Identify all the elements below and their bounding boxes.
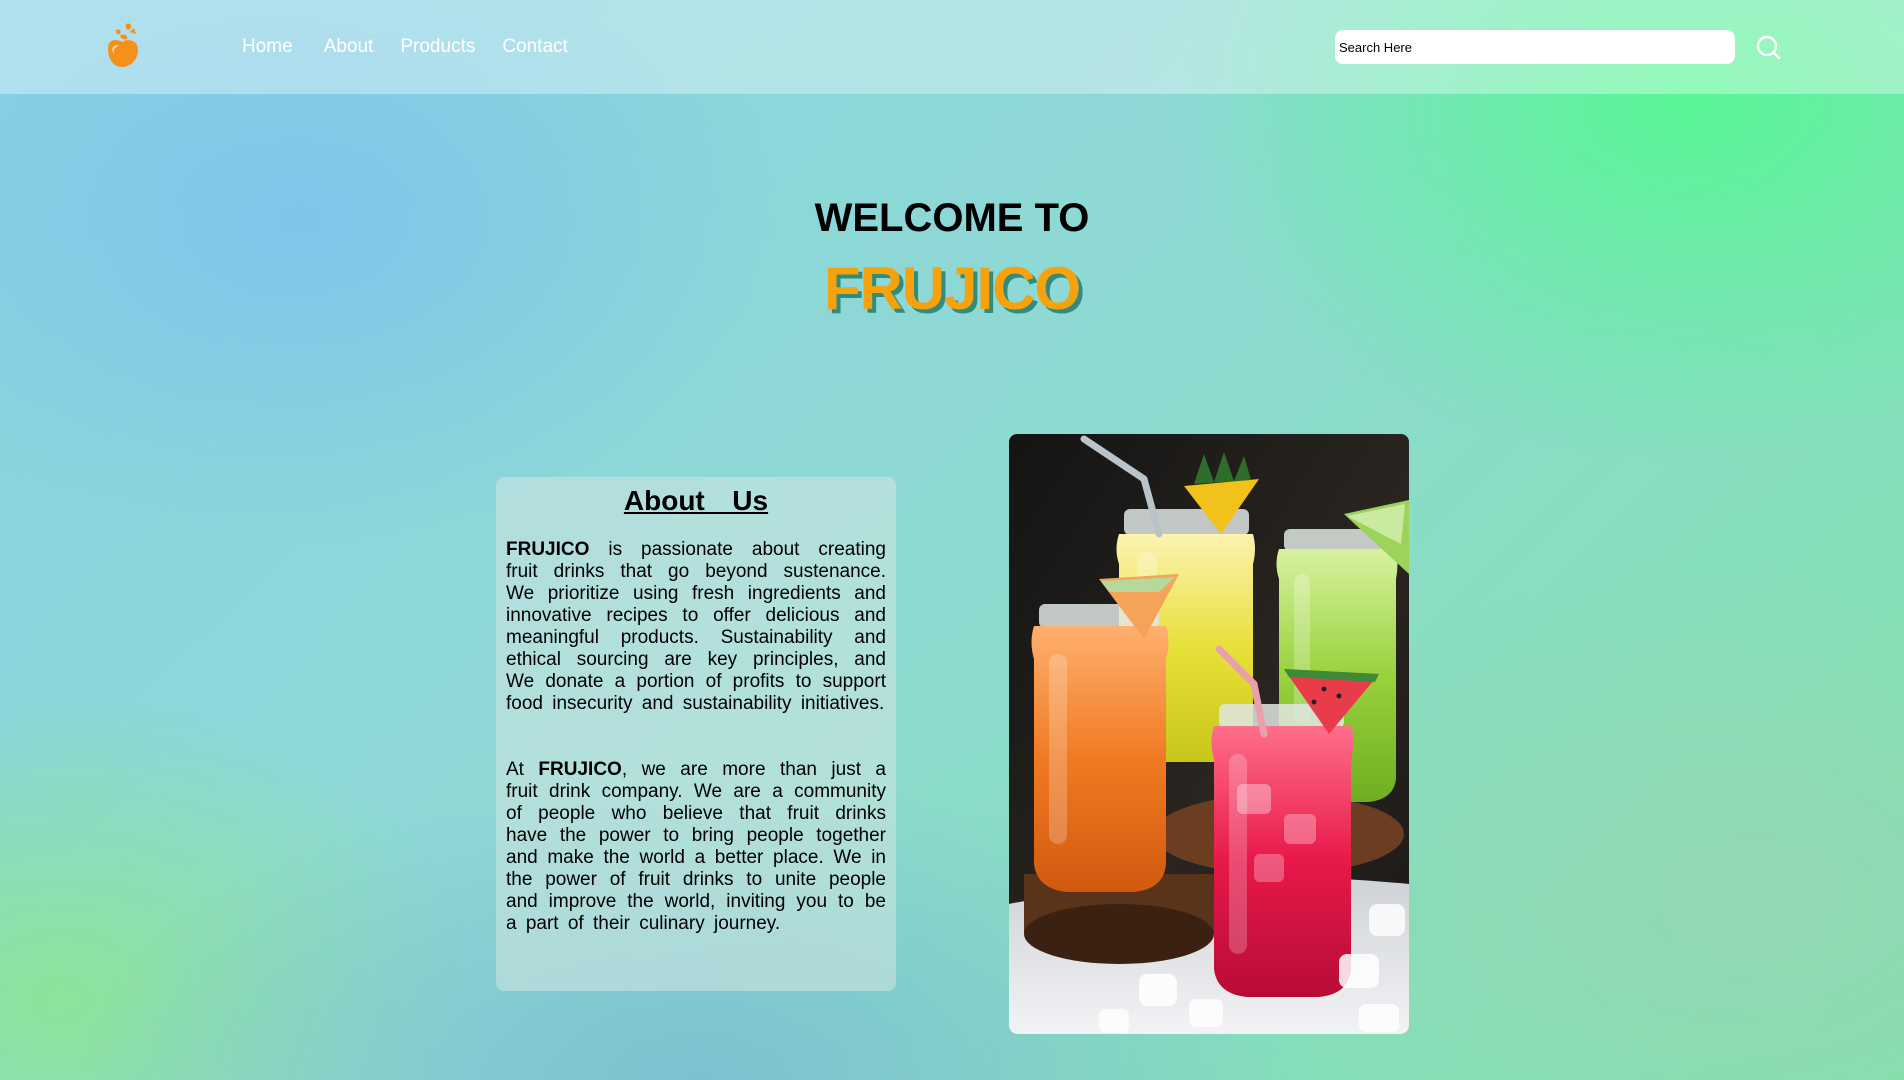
fruit-logo-icon[interactable] <box>100 20 148 70</box>
search-icon[interactable] <box>1754 33 1782 61</box>
brand-name: FRUJICO <box>538 759 622 780</box>
search-input[interactable] <box>1335 30 1735 64</box>
about-paragraph-2: At FRUJICO, we are more than just a frui… <box>506 759 886 935</box>
nav-links: Home About Products Contact <box>242 36 568 58</box>
nav-link-products[interactable]: Products <box>400 36 475 58</box>
about-paragraph-2-prefix: At <box>506 759 539 780</box>
nav-link-home[interactable]: Home <box>242 36 293 58</box>
brand-title: FRUJICO <box>823 255 1081 322</box>
welcome-heading: WELCOME TO <box>814 196 1090 240</box>
brand-name: FRUJICO <box>506 539 590 560</box>
about-card: About Us FRUJICO is passionate about cre… <box>496 477 896 991</box>
nav-link-contact[interactable]: Contact <box>502 36 567 58</box>
navbar: Home About Products Contact <box>0 0 1904 94</box>
about-title: About Us <box>623 485 769 516</box>
about-paragraph-2-text: , we are more than just a fruit drink co… <box>506 759 887 934</box>
nav-link-about[interactable]: About <box>324 36 374 58</box>
fruit-drinks-image <box>1009 434 1409 1034</box>
about-paragraph-1-text: is passionate about creating fruit drink… <box>506 539 886 714</box>
about-paragraph-1: FRUJICO is passionate about creating fru… <box>506 539 886 715</box>
